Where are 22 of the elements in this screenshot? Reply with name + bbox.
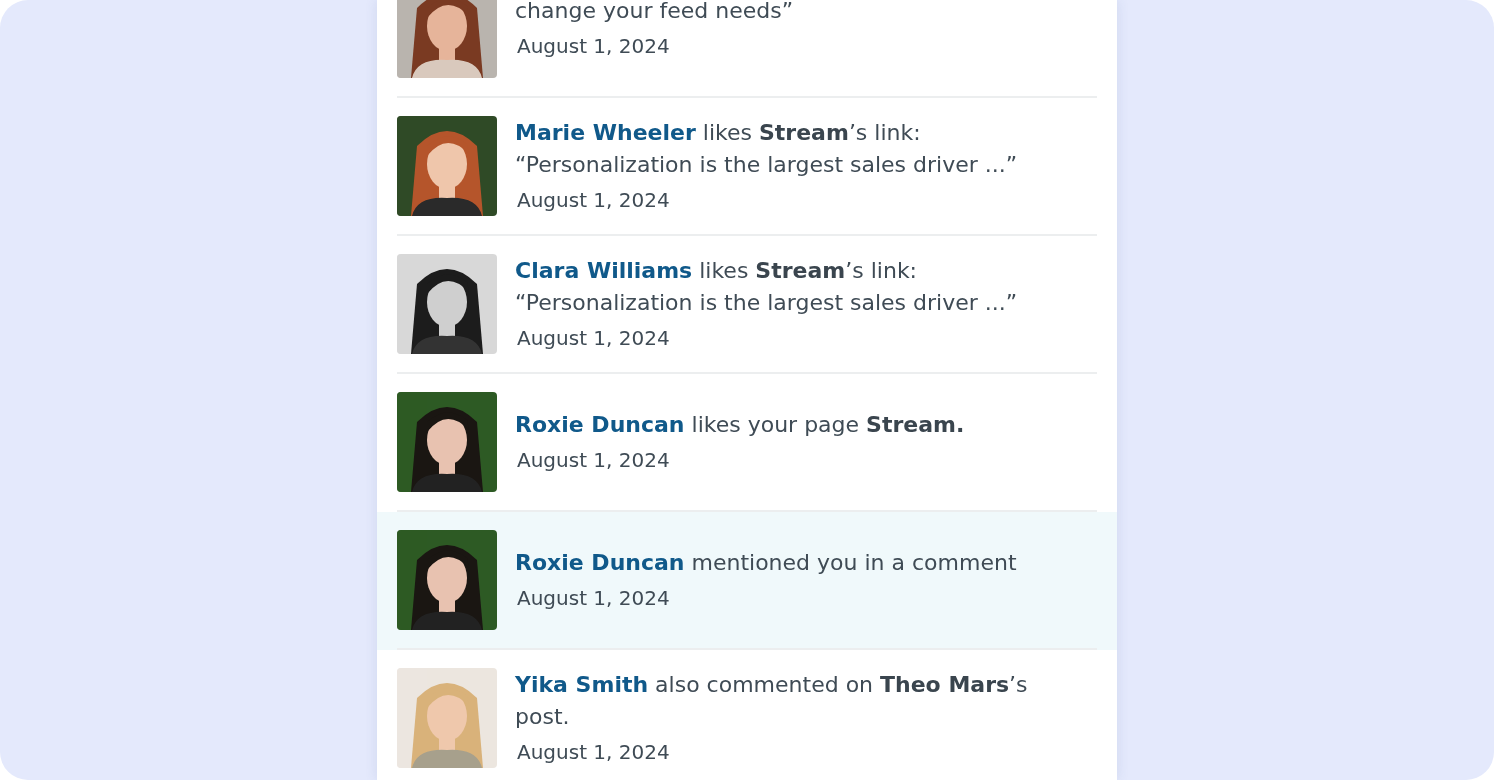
- user-link[interactable]: Yika Smith: [515, 672, 649, 697]
- notification-date: August 1, 2024: [516, 447, 671, 474]
- notification-item[interactable]: Marie Wheeler likes Stream’s link: “Personalization is the largest sales driver ...” August 1, 2024: [377, 98, 1117, 236]
- notification-date: August 1, 2024: [516, 585, 671, 612]
- notification-date: August 1, 2024: [516, 325, 671, 352]
- notification-text: Roxie Duncan likes your page Stream.: [515, 411, 965, 439]
- user-link[interactable]: Roxie Duncan: [515, 412, 685, 437]
- notification-text: Yika Smith also commented on Theo Mars’s post.: [515, 671, 1029, 731]
- notification-text: Roxie Duncan mentioned you in a comment: [515, 549, 1017, 577]
- notification-date: August 1, 2024: [516, 33, 671, 60]
- notification-item[interactable]: Clara Williams likes Stream’s link: “Personalization is the largest sales driver ...” August 1, 2024: [377, 236, 1117, 374]
- user-link[interactable]: Roxie Duncan: [515, 550, 685, 575]
- user-link[interactable]: Marie Wheeler: [515, 120, 696, 145]
- user-link[interactable]: Clara Williams: [515, 258, 693, 283]
- notification-date: August 1, 2024: [516, 739, 671, 766]
- notification-text: Clara Williams likes Stream’s link: “Personalization is the largest sales driver ...”: [515, 257, 1019, 317]
- notification-item[interactable]: Yika Smith also commented on Theo Mars’s post. August 1, 2024: [377, 650, 1117, 780]
- notification-text: Marie Wheeler likes Stream’s link: “Personalization is the largest sales driver ...”: [515, 119, 1019, 179]
- notification-text: change your feed needs”: [515, 0, 794, 25]
- notification-date: August 1, 2024: [516, 187, 671, 214]
- notification-item[interactable]: Roxie Duncan mentioned you in a comment August 1, 2024: [377, 512, 1117, 650]
- notification-item[interactable]: change your feed needs” August 1, 2024: [377, 0, 1117, 98]
